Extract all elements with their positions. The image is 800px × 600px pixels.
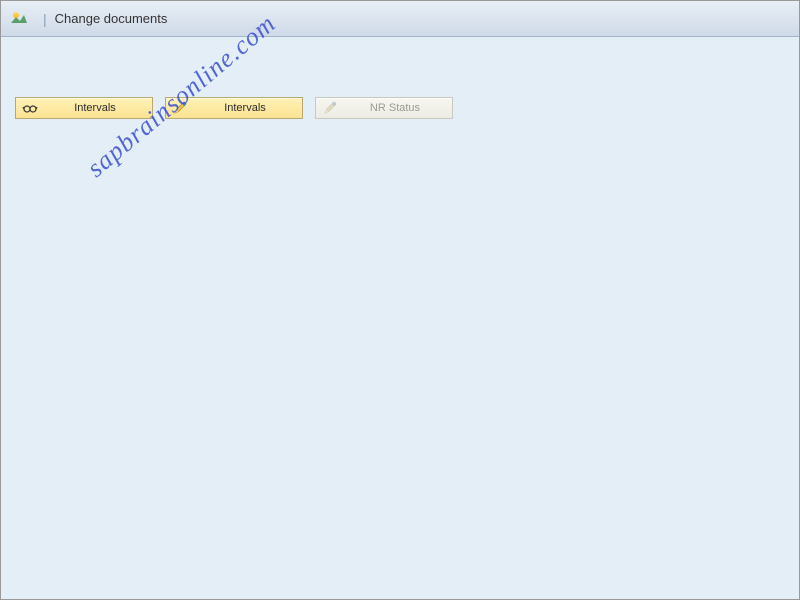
titlebar: | Change documents [1, 1, 799, 37]
pencil-icon [172, 100, 188, 116]
toolbar-row: Intervals Intervals NR Status [15, 97, 785, 119]
glasses-icon [22, 100, 38, 116]
titlebar-divider: | [43, 11, 47, 27]
app-icon [11, 11, 27, 27]
pencil-icon [322, 100, 338, 116]
intervals-edit-button[interactable]: Intervals [165, 97, 303, 119]
content-area: sapbrainsonline.com Intervals [1, 37, 799, 599]
nr-status-button: NR Status [315, 97, 453, 119]
intervals-display-label: Intervals [44, 102, 146, 114]
intervals-display-button[interactable]: Intervals [15, 97, 153, 119]
page-title: Change documents [55, 11, 168, 26]
nr-status-label: NR Status [344, 102, 446, 114]
intervals-edit-label: Intervals [194, 102, 296, 114]
